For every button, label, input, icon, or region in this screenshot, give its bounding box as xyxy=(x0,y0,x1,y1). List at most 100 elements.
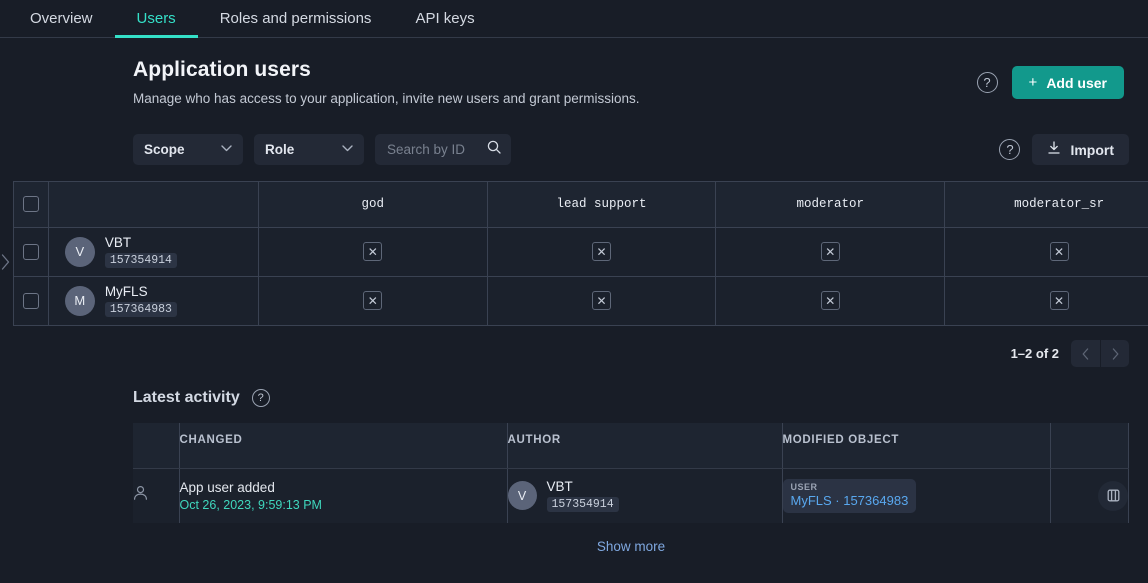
avatar: V xyxy=(507,481,537,510)
row-select-cell xyxy=(14,276,49,325)
role-cell-lead-support: ✕ xyxy=(487,276,717,325)
search-icon xyxy=(487,140,501,159)
table-row[interactable]: M MyFLS 157364983 ✕ ✕ ✕ ✕ xyxy=(14,276,1148,325)
role-cell-god: ✕ xyxy=(258,276,488,325)
pagination-controls xyxy=(1071,340,1129,367)
filter-controls: Scope Role xyxy=(133,134,511,165)
activity-table-head: CHANGED AUTHOR MODIFIED OBJECT xyxy=(133,423,1129,469)
next-page-button[interactable] xyxy=(1100,340,1129,367)
user-identity: VBT 157354914 xyxy=(104,235,177,268)
search-input[interactable] xyxy=(387,142,479,157)
activity-timestamp: Oct 26, 2023, 9:59:13 PM xyxy=(179,497,322,512)
users-table: god lead support moderator moderator_sr … xyxy=(14,182,1148,325)
close-icon[interactable]: ✕ xyxy=(820,291,840,311)
close-icon[interactable]: ✕ xyxy=(820,242,840,261)
close-icon[interactable]: ✕ xyxy=(363,291,383,311)
activity-changed-cell: App user added Oct 26, 2023, 9:59:13 PM xyxy=(179,468,508,523)
tab-users[interactable]: Users xyxy=(114,0,198,38)
table-row[interactable]: V VBT 157354914 ✕ ✕ ✕ ✕ xyxy=(14,227,1148,276)
chevron-down-icon xyxy=(221,144,232,155)
previous-page-button[interactable] xyxy=(1071,340,1100,367)
activity-author-cell: V VBT 157354914 xyxy=(507,468,783,523)
user-name: VBT xyxy=(104,235,132,250)
role-select[interactable]: Role xyxy=(254,134,364,165)
role-cell-lead-support: ✕ xyxy=(487,227,717,276)
page-subtitle: Manage who has access to your applicatio… xyxy=(133,91,640,106)
activity-actions-header xyxy=(1050,423,1129,469)
import-label: Import xyxy=(1070,141,1114,158)
role-column-header-god: god xyxy=(258,182,488,227)
role-cell-moderator: ✕ xyxy=(715,276,946,325)
role-cell-moderator: ✕ xyxy=(715,227,946,276)
page-header-text: Application users Manage who has access … xyxy=(133,58,640,106)
tab-roles-and-permissions[interactable]: Roles and permissions xyxy=(198,0,394,37)
tab-roles-label: Roles and permissions xyxy=(219,10,372,27)
user-icon xyxy=(133,485,148,505)
users-table-head: god lead support moderator moderator_sr xyxy=(14,182,1148,227)
latest-activity-title: Latest activity xyxy=(133,389,240,406)
modified-object-value: MyFLS · 157364983 xyxy=(790,492,909,508)
chevron-right-icon[interactable] xyxy=(1,254,10,273)
modified-object-badge[interactable]: USER MyFLS · 157364983 xyxy=(782,478,917,513)
role-select-label: Role xyxy=(265,142,295,157)
close-icon[interactable]: ✕ xyxy=(1049,291,1069,311)
user-cell: M MyFLS 157364983 xyxy=(48,276,259,325)
list-item[interactable]: App user added Oct 26, 2023, 9:59:13 PM … xyxy=(133,468,1129,523)
row-checkbox[interactable] xyxy=(22,292,39,309)
close-icon[interactable]: ✕ xyxy=(592,242,611,261)
tab-api-keys-label: API keys xyxy=(415,10,475,27)
role-cell-god: ✕ xyxy=(258,227,488,276)
show-more-button[interactable]: Show more xyxy=(133,539,1129,554)
main-tab-bar: Overview Users Roles and permissions API… xyxy=(0,0,1148,38)
users-table-container: god lead support moderator moderator_sr … xyxy=(1,181,1148,326)
row-checkbox[interactable] xyxy=(22,243,39,260)
pagination-count: 1–2 of 2 xyxy=(1010,346,1059,361)
plus-icon: + xyxy=(1028,74,1038,91)
close-icon[interactable]: ✕ xyxy=(1049,242,1069,261)
user-cell: V VBT 157354914 xyxy=(48,227,259,276)
add-user-label: Add user xyxy=(1046,74,1107,91)
page-header: Application users Manage who has access … xyxy=(0,38,1148,106)
filter-bar: Scope Role ? Import xyxy=(0,134,1148,165)
activity-icon-header xyxy=(133,423,180,469)
select-all-checkbox[interactable] xyxy=(22,196,39,213)
row-select-cell xyxy=(14,227,49,276)
users-table-body: V VBT 157354914 ✕ ✕ ✕ ✕ M MyFLS 15736498… xyxy=(14,227,1148,325)
user-id-badge: 157354914 xyxy=(104,253,177,268)
role-cell-moderator-sr: ✕ xyxy=(944,227,1148,276)
pagination: 1–2 of 2 xyxy=(0,326,1148,367)
close-icon[interactable]: ✕ xyxy=(592,291,611,311)
page-header-actions: ? + Add user xyxy=(976,58,1124,99)
tab-users-label: Users xyxy=(136,10,176,27)
user-column-header xyxy=(48,182,259,227)
add-user-button[interactable]: + Add user xyxy=(1011,66,1124,99)
latest-activity-section: Latest activity ? CHANGED AUTHOR MODIFIE… xyxy=(0,389,1148,554)
close-icon[interactable]: ✕ xyxy=(363,242,383,261)
side-panel-toggle-icon[interactable] xyxy=(1098,480,1128,511)
activity-header-row: CHANGED AUTHOR MODIFIED OBJECT xyxy=(133,423,1129,469)
tab-api-keys[interactable]: API keys xyxy=(393,0,496,37)
users-table-header-row: god lead support moderator moderator_sr xyxy=(14,182,1148,227)
tab-overview[interactable]: Overview xyxy=(8,0,115,37)
help-icon[interactable]: ? xyxy=(251,389,270,407)
scope-select-label: Scope xyxy=(144,142,185,157)
avatar: M xyxy=(64,285,95,316)
activity-changed-header: CHANGED xyxy=(179,423,508,469)
search-box[interactable] xyxy=(375,134,511,165)
role-column-header-lead-support: lead support xyxy=(487,182,717,227)
select-all-header xyxy=(14,182,49,227)
avatar: V xyxy=(64,236,95,267)
scope-select[interactable]: Scope xyxy=(133,134,243,165)
activity-table-body: App user added Oct 26, 2023, 9:59:13 PM … xyxy=(133,468,1129,523)
role-cell-moderator-sr: ✕ xyxy=(944,276,1148,325)
help-icon[interactable]: ? xyxy=(999,139,1021,160)
chevron-down-icon xyxy=(342,144,353,155)
role-column-header-moderator-sr: moderator_sr xyxy=(944,182,1148,227)
activity-object-cell: USER MyFLS · 157364983 xyxy=(782,468,1051,523)
help-icon[interactable]: ? xyxy=(976,72,998,93)
activity-author-header: AUTHOR xyxy=(507,423,783,469)
activity-table: CHANGED AUTHOR MODIFIED OBJECT App user … xyxy=(133,423,1129,523)
user-id-badge: 157364983 xyxy=(104,302,177,318)
activity-icon-cell xyxy=(133,468,180,523)
import-button[interactable]: Import xyxy=(1032,134,1129,165)
